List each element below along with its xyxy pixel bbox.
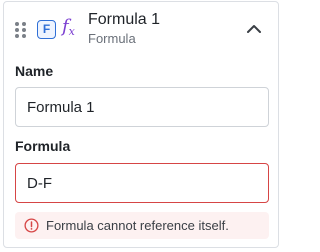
- fx-icon: fx: [62, 16, 75, 43]
- formula-label: Formula: [15, 138, 71, 154]
- panel-header: F fx Formula 1 Formula: [4, 2, 278, 54]
- formula-field-panel: F fx Formula 1 Formula Name Formula Form…: [3, 1, 279, 248]
- chevron-up-icon: [247, 25, 261, 33]
- name-label: Name: [15, 63, 54, 79]
- name-input[interactable]: [15, 87, 269, 127]
- field-type-subtitle: Formula: [88, 31, 136, 46]
- drag-handle-icon[interactable]: [15, 22, 26, 38]
- fx-icon-x: x: [68, 25, 75, 38]
- collapse-button[interactable]: [242, 18, 266, 40]
- field-title: Formula 1: [88, 11, 161, 28]
- fx-icon-f: f: [62, 16, 69, 37]
- formula-input[interactable]: [15, 163, 269, 203]
- error-text: Formula cannot reference itself.: [46, 218, 229, 233]
- info-circle-icon: [24, 218, 39, 233]
- formula-type-badge-icon: F: [37, 20, 56, 39]
- formula-error-message: Formula cannot reference itself.: [15, 212, 269, 239]
